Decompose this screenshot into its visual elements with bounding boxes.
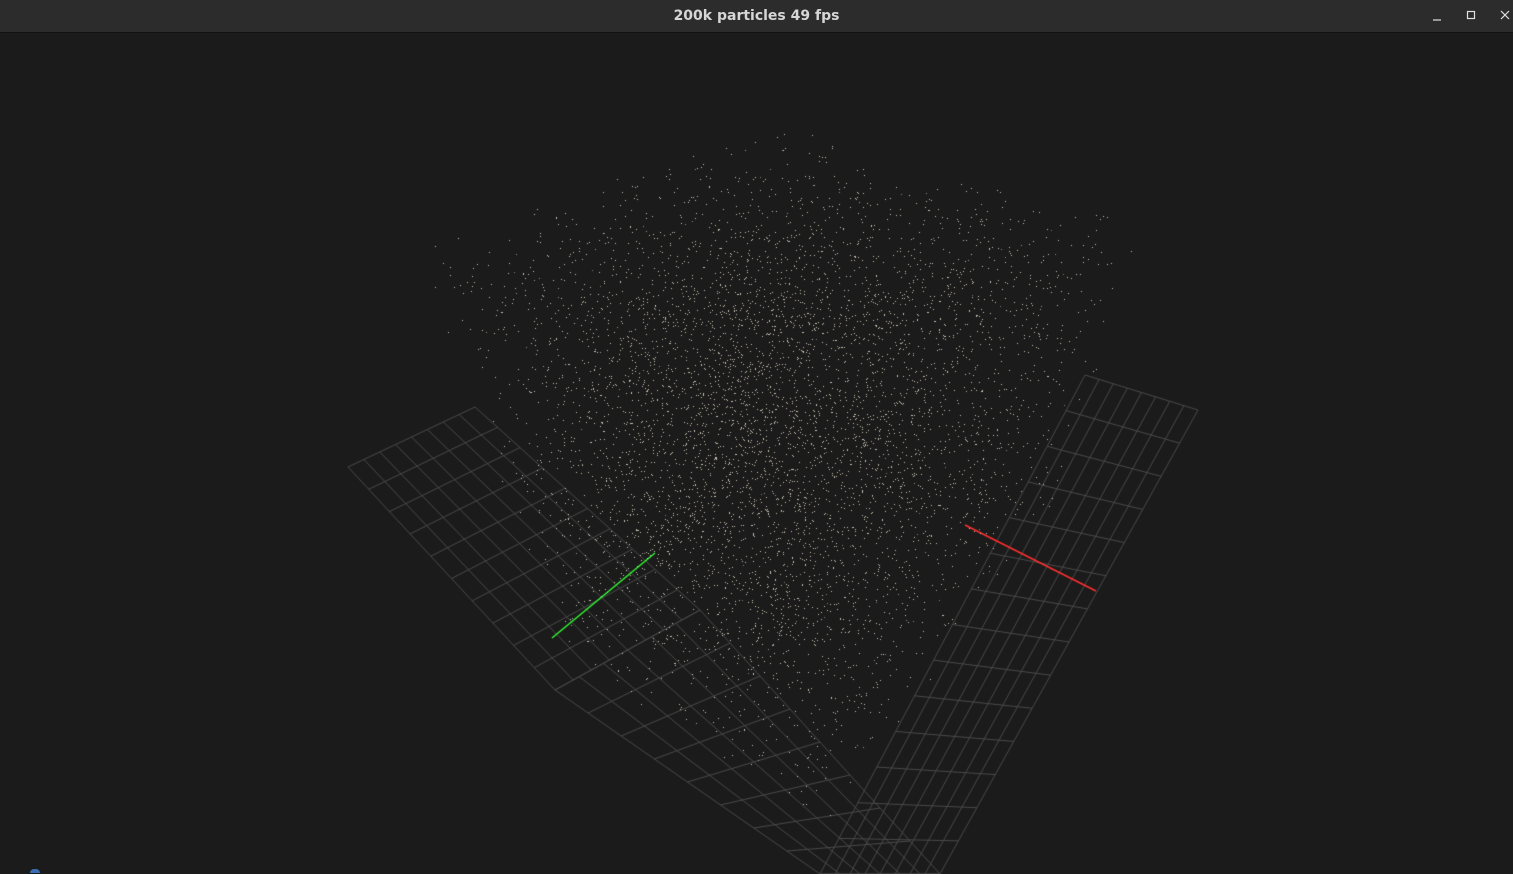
maximize-icon [1466, 10, 1476, 20]
title-bar[interactable]: 200k particles 49 fps [0, 0, 1513, 33]
window-title: 200k particles 49 fps [673, 8, 840, 24]
app-window: 200k particles 49 fps [0, 0, 1513, 874]
minimize-icon [1433, 19, 1441, 21]
minimize-button[interactable] [1424, 4, 1450, 28]
close-button[interactable] [1492, 4, 1513, 28]
3d-viewport[interactable] [0, 33, 1513, 874]
taskbar-indicator [30, 869, 40, 873]
particle-scene-canvas[interactable] [0, 33, 1513, 874]
maximize-button[interactable] [1458, 4, 1484, 28]
close-icon [1500, 10, 1510, 20]
